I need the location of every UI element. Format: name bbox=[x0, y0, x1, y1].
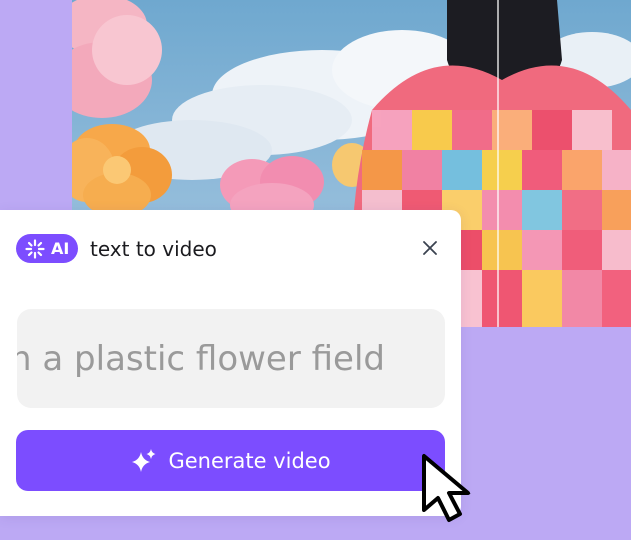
panel-title: text to video bbox=[90, 237, 217, 261]
close-icon bbox=[423, 241, 437, 255]
prompt-input-value: n a plastic flower field bbox=[17, 339, 385, 379]
sparkle-icon bbox=[130, 447, 158, 475]
mouse-pointer-icon bbox=[418, 452, 488, 524]
bottom-white-strip bbox=[0, 540, 631, 559]
ai-badge-label: AI bbox=[51, 239, 70, 258]
ai-sparkle-icon bbox=[25, 238, 45, 259]
ai-badge: AI bbox=[16, 234, 78, 263]
close-button[interactable] bbox=[418, 236, 442, 260]
generate-video-label: Generate video bbox=[168, 448, 331, 473]
prompt-input[interactable]: n a plastic flower field bbox=[17, 309, 445, 408]
generate-video-button[interactable]: Generate video bbox=[16, 430, 445, 491]
